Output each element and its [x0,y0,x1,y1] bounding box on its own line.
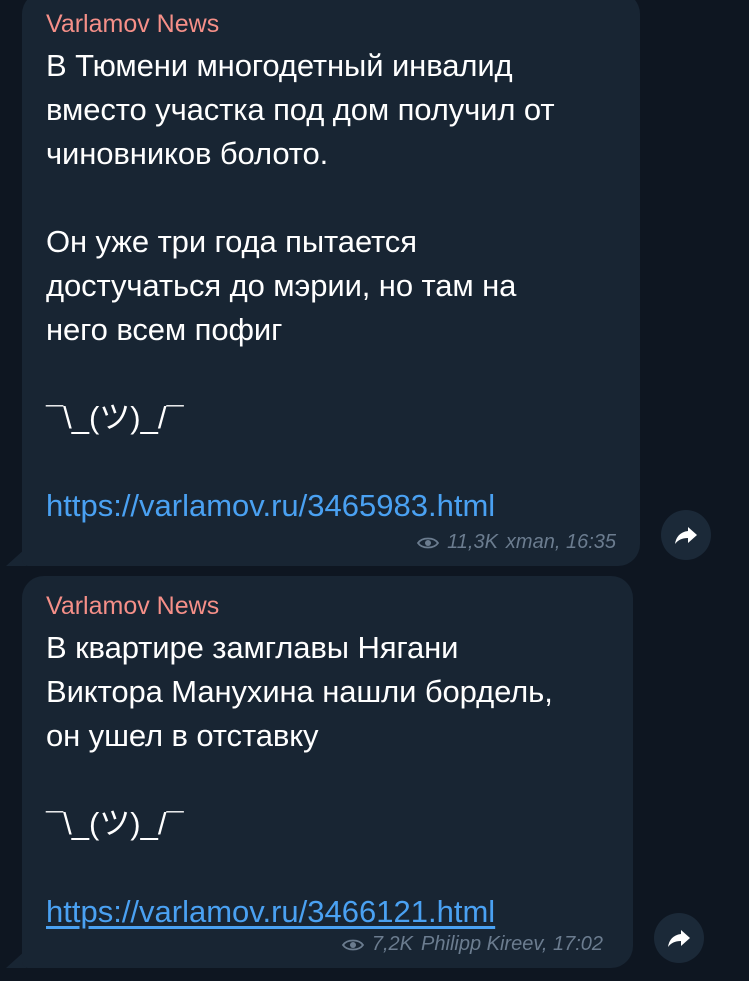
share-arrow-icon [668,930,690,947]
message-link[interactable]: https://varlamov.ru/3465983.html [46,484,610,528]
message-bubble[interactable]: Varlamov News В Тюмени многодетный инвал… [22,0,640,566]
views-count: 7,2K [371,933,414,955]
sender-name[interactable]: Varlamov News [46,10,610,38]
share-button[interactable] [661,510,711,560]
shrug-emoticon: ¯\_(ツ)_/¯ [46,806,184,841]
shrug-emoticon: ¯\_(ツ)_/¯ [46,400,184,435]
message-text: В Тюмени многодетный инвалид вместо учас… [46,48,555,171]
message-link[interactable]: https://varlamov.ru/3466121.html [46,890,603,934]
share-button[interactable] [654,913,704,963]
views-eye-icon [417,536,440,550]
author-time: xman, 16:35 [505,531,616,553]
message-meta: 7,2K Philipp Kireev, 17:02 [341,933,603,956]
share-arrow-icon [675,527,697,544]
sender-name[interactable]: Varlamov News [46,592,603,620]
views-eye-icon [341,938,364,952]
message-bubble[interactable]: Varlamov News В квартире замглавы Нягани… [22,576,633,968]
message-text: В квартире замглавы Нягани Виктора Манух… [46,630,553,753]
author-time: Philipp Kireev, 17:02 [421,933,603,955]
message-text: Он уже три года пытается достучаться до … [46,224,517,347]
message-meta: 11,3K xman, 16:35 [417,531,616,554]
views-count: 11,3K [447,531,498,553]
